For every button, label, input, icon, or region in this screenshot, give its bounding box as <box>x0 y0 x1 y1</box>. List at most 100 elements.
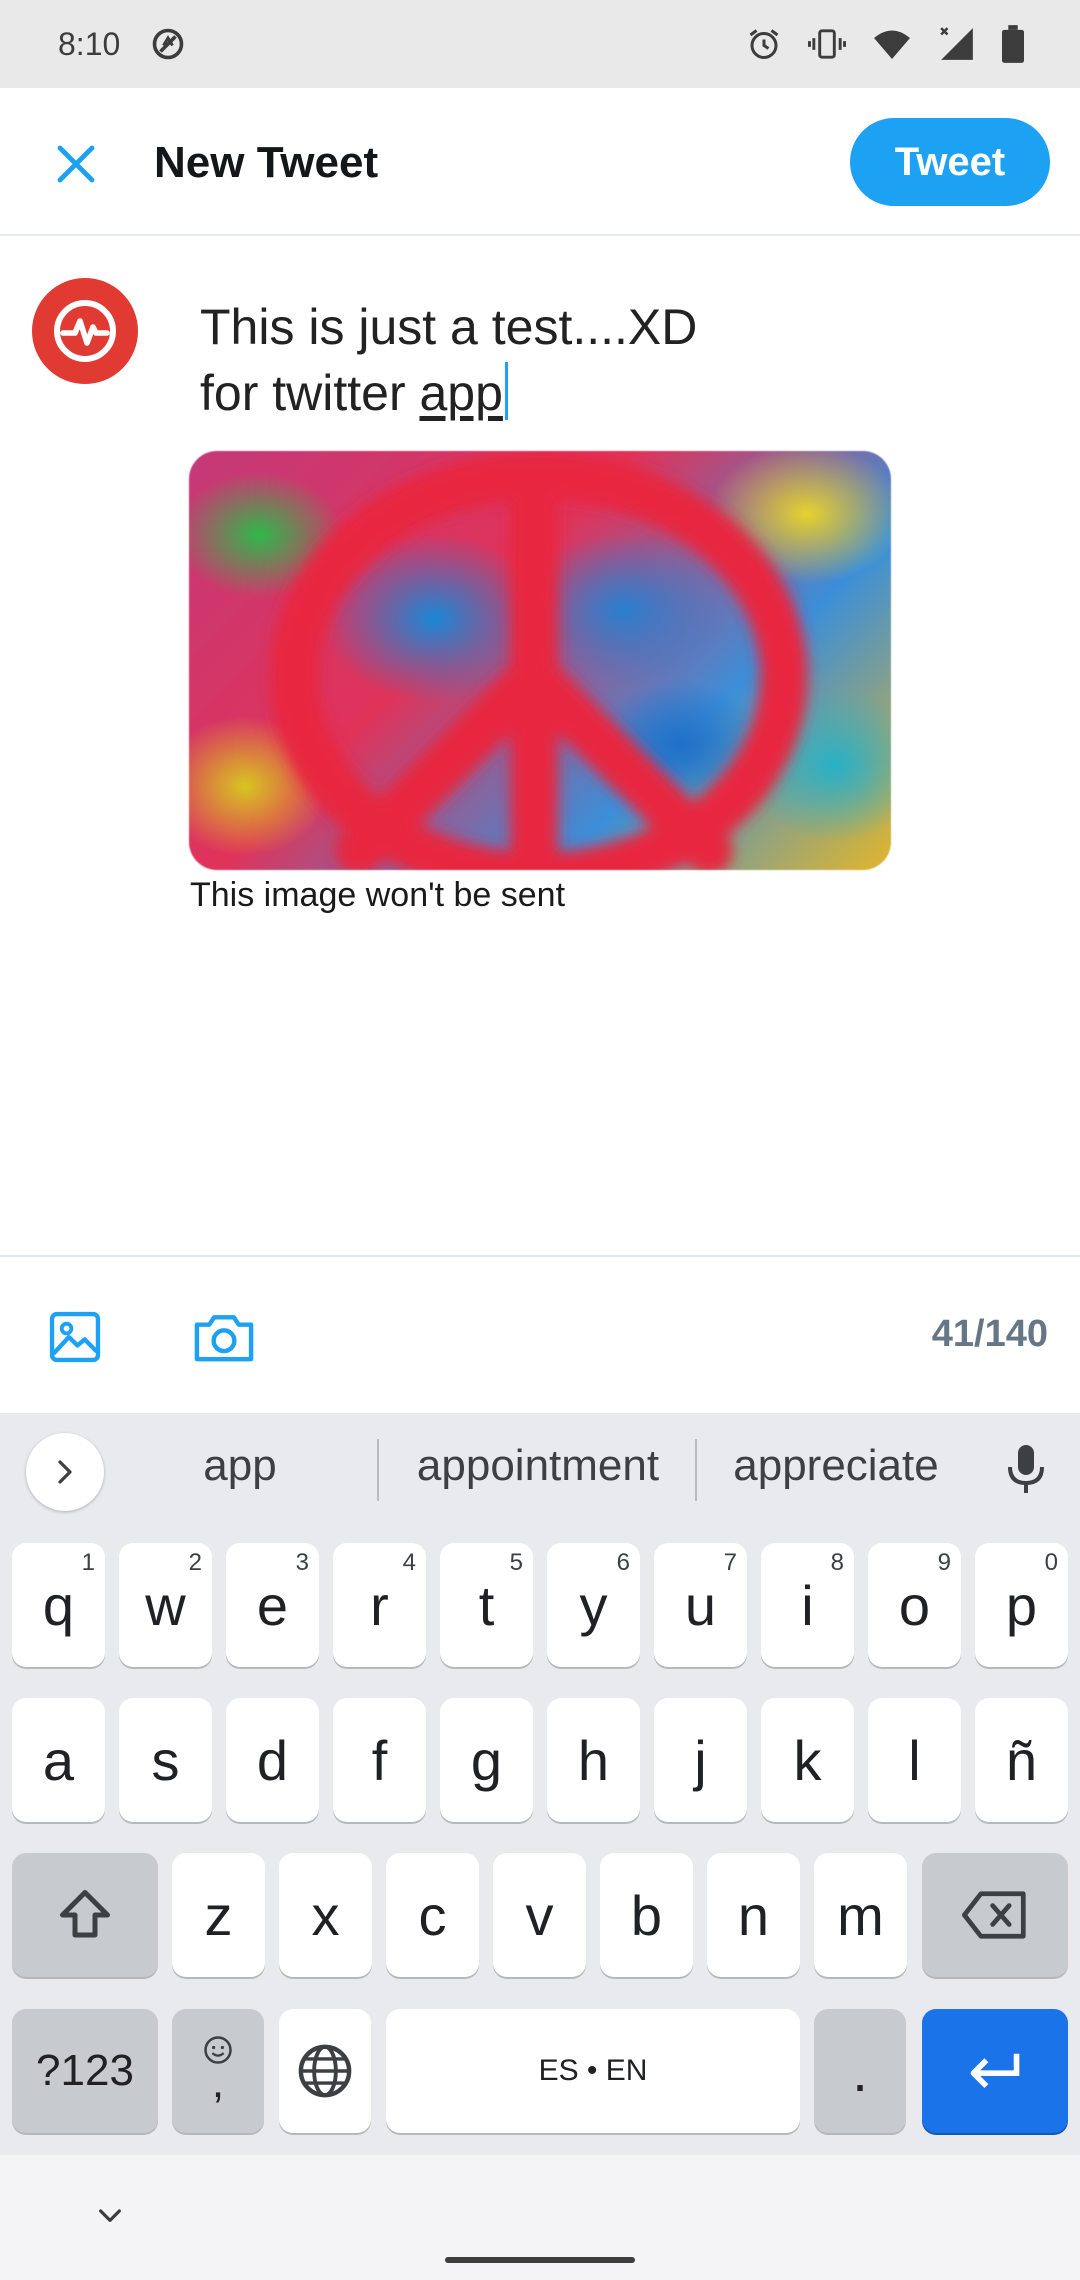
key-i[interactable]: i8 <box>761 1543 854 1667</box>
media-preview[interactable] <box>189 451 891 870</box>
tweet-text-line-1: This is just a test....XD <box>200 299 698 355</box>
key-label: p <box>1005 1573 1038 1637</box>
key-label: y <box>579 1573 608 1637</box>
status-time: 8:10 <box>58 25 121 62</box>
compose-toolbar: 41/140 <box>0 1255 1080 1413</box>
key-label: e <box>256 1573 289 1637</box>
suggestion-divider <box>377 1439 379 1501</box>
suggestion-2[interactable]: appointment <box>390 1441 686 1491</box>
key-n[interactable]: n <box>707 1853 800 1977</box>
shift-icon <box>60 1890 110 1938</box>
key-m[interactable]: m <box>814 1853 907 1977</box>
key-u[interactable]: u7 <box>654 1543 747 1667</box>
wifi-icon <box>872 26 912 62</box>
shift-key[interactable] <box>12 1853 158 1977</box>
key-l[interactable]: l <box>868 1698 961 1822</box>
key-z[interactable]: z <box>172 1853 265 1977</box>
composing-word: app <box>419 365 503 421</box>
key-hint: 7 <box>723 1549 737 1576</box>
vibrate-icon <box>808 26 846 62</box>
key-label: u <box>684 1573 717 1637</box>
tweet-text-line-2: for twitter app <box>200 360 960 426</box>
enter-key[interactable] <box>922 2009 1068 2133</box>
navigation-bar <box>0 2155 1080 2280</box>
key-s[interactable]: s <box>119 1698 212 1822</box>
key-h[interactable]: h <box>547 1698 640 1822</box>
battery-icon <box>1002 25 1024 63</box>
key-c[interactable]: c <box>386 1853 479 1977</box>
chevron-down-icon <box>99 2209 121 2222</box>
key-hint: 3 <box>295 1549 309 1576</box>
camera-button[interactable] <box>192 1305 256 1369</box>
peace-sign-image <box>270 452 808 870</box>
tweet-button[interactable]: Tweet <box>850 118 1050 206</box>
key-label: r <box>370 1573 389 1637</box>
key-hint: 6 <box>616 1549 630 1576</box>
gallery-icon <box>49 1311 101 1363</box>
page-title: New Tweet <box>154 138 379 187</box>
symbols-key[interactable]: ?123 <box>12 2009 158 2133</box>
key-d[interactable]: d <box>226 1698 319 1822</box>
key-r[interactable]: r4 <box>333 1543 426 1667</box>
text-cursor <box>504 362 508 420</box>
key-j[interactable]: j <box>654 1698 747 1822</box>
tweet-text-input[interactable]: This is just a test....XD for twitter ap… <box>200 294 960 426</box>
backspace-icon <box>962 1891 1026 1939</box>
key-hint: 0 <box>1044 1549 1058 1576</box>
key-p[interactable]: p0 <box>975 1543 1068 1667</box>
close-icon <box>57 145 95 183</box>
key-hint: 5 <box>509 1549 523 1576</box>
key-hint: 9 <box>937 1549 951 1576</box>
keyboard-menu-button[interactable] <box>26 1433 104 1511</box>
key-t[interactable]: t5 <box>440 1543 533 1667</box>
home-gesture-bar[interactable] <box>445 2257 635 2263</box>
key-a[interactable]: a <box>12 1698 105 1822</box>
backspace-key[interactable] <box>922 1853 1068 1977</box>
key-o[interactable]: o9 <box>868 1543 961 1667</box>
key-g[interactable]: g <box>440 1698 533 1822</box>
emoji-comma-key[interactable]: , <box>172 2009 264 2133</box>
avatar[interactable] <box>32 278 138 384</box>
pulse-icon <box>54 300 116 362</box>
suggestion-3[interactable]: appreciate <box>708 1441 964 1491</box>
camera-icon <box>194 1315 254 1362</box>
key-label: q <box>42 1573 75 1637</box>
key-e[interactable]: e3 <box>226 1543 319 1667</box>
key-k[interactable]: k <box>761 1698 854 1822</box>
status-bar: 8:10 <box>0 0 1080 88</box>
key-label: o <box>898 1573 931 1637</box>
alarm-icon <box>746 26 782 62</box>
app-header: New Tweet Tweet <box>0 88 1080 236</box>
key-b[interactable]: b <box>600 1853 693 1977</box>
key-ñ[interactable]: ñ <box>975 1698 1068 1822</box>
key-hint: 1 <box>81 1549 95 1576</box>
tweet-text-line-2-prefix: for twitter <box>200 365 420 421</box>
comma-label: , <box>211 2058 225 2107</box>
voice-input-button[interactable] <box>996 1439 1056 1499</box>
space-key[interactable]: ES • EN <box>386 2009 800 2133</box>
no-sim-data-icon <box>150 26 186 62</box>
character-counter: 41/140 <box>931 1313 1048 1355</box>
key-q[interactable]: q1 <box>12 1543 105 1667</box>
key-label: w <box>145 1573 186 1637</box>
close-button[interactable] <box>40 128 112 200</box>
key-x[interactable]: x <box>279 1853 372 1977</box>
key-y[interactable]: y6 <box>547 1543 640 1667</box>
key-f[interactable]: f <box>333 1698 426 1822</box>
key-hint: 8 <box>830 1549 844 1576</box>
key-label: t <box>478 1573 495 1637</box>
chevron-right-icon <box>58 1460 72 1484</box>
gallery-button[interactable] <box>43 1305 107 1369</box>
period-key[interactable]: . <box>814 2009 906 2133</box>
key-hint: 4 <box>402 1549 416 1576</box>
key-hint: 2 <box>188 1549 202 1576</box>
suggestion-divider <box>695 1439 697 1501</box>
language-key[interactable] <box>279 2009 371 2133</box>
microphone-icon <box>1008 1445 1044 1493</box>
key-v[interactable]: v <box>493 1853 586 1977</box>
suggestion-strip: app appointment appreciate <box>0 1413 1080 1525</box>
hide-keyboard-button[interactable] <box>90 2195 130 2235</box>
key-w[interactable]: w2 <box>119 1543 212 1667</box>
suggestion-1[interactable]: app <box>140 1441 340 1491</box>
signal-icon <box>938 25 976 63</box>
